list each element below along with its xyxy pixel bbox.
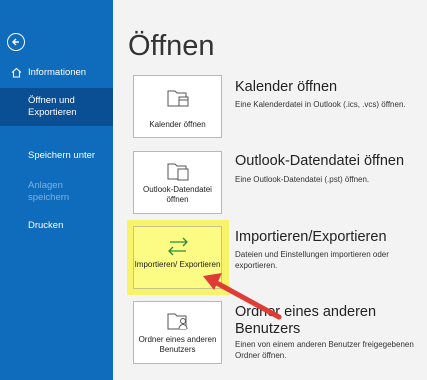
- import-export-button[interactable]: Importieren/ Exportieren: [133, 226, 222, 289]
- home-icon: [11, 67, 22, 78]
- sidebar-item-label: Informationen: [28, 67, 87, 78]
- back-button[interactable]: [7, 33, 25, 51]
- folder-calendar-icon: [167, 90, 188, 107]
- option-description: Eine Kalenderdatei in Outlook (.ics, .vc…: [235, 100, 406, 109]
- option-title: Kalender öffnen: [235, 79, 338, 95]
- tile-label: Outlook-Datendatei öffnen: [143, 185, 212, 204]
- backstage-sidebar: Informationen Öffnen und Exportieren Spe…: [0, 0, 113, 380]
- option-description: Einen von einem anderen Benutzer freigeg…: [235, 340, 414, 360]
- tile-label: Importieren/ Exportieren: [134, 260, 221, 269]
- tile-label: Ordner eines anderen Benutzers: [138, 335, 217, 354]
- option-description: Eine Outlook-Datendatei (.pst) öffnen.: [235, 175, 370, 184]
- option-title: Ordner eines anderen Benutzers: [235, 304, 377, 337]
- sidebar-item-label: Speichern unter: [28, 150, 96, 161]
- page-title: Öffnen: [128, 30, 215, 62]
- sidebar-item-oeffnen-exportieren[interactable]: Öffnen und Exportieren: [0, 88, 113, 126]
- open-shared-folder-button[interactable]: Ordner eines anderen Benutzers: [133, 301, 222, 364]
- option-description: Dateien und Einstellungen importieren od…: [235, 250, 389, 270]
- tile-label: Kalender öffnen: [149, 120, 206, 129]
- sidebar-item-informationen[interactable]: Informationen: [0, 66, 113, 82]
- shared-folder-icon: [167, 313, 187, 330]
- import-export-arrows-icon: [167, 237, 188, 256]
- option-title: Outlook-Datendatei öffnen: [235, 153, 405, 169]
- option-title: Importieren/Exportieren: [235, 229, 387, 245]
- open-calendar-button[interactable]: Kalender öffnen: [133, 75, 222, 138]
- sidebar-item-label: Öffnen und Exportieren: [28, 95, 77, 118]
- open-data-file-button[interactable]: Outlook-Datendatei öffnen: [133, 151, 222, 214]
- sidebar-item-label: Anlagen speichern: [28, 180, 70, 203]
- back-arrow-icon: [12, 38, 19, 46]
- sidebar-item-label: Drucken: [28, 220, 64, 231]
- folder-data-icon: [167, 163, 188, 181]
